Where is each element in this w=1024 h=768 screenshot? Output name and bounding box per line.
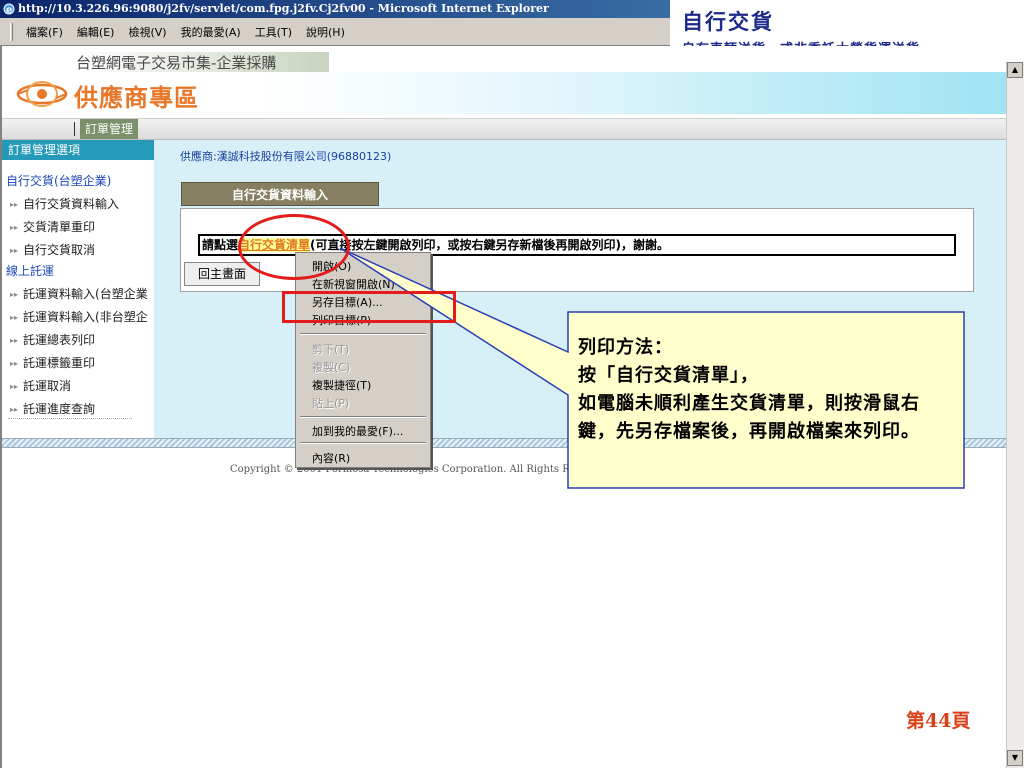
- ctx-separator: [300, 333, 426, 335]
- window-title: http://10.3.226.96:9080/j2fv/servlet/com…: [18, 2, 549, 15]
- chevron-right-icon: ▸▸: [10, 246, 19, 255]
- ctx-cut: 剪下(T): [312, 343, 350, 356]
- sidebar-item-shipping-status[interactable]: ▸▸ 託運進度查詢: [10, 400, 154, 417]
- sidebar-item-label: 託運進度查詢: [23, 402, 96, 416]
- slide-page-number: 第44頁: [906, 710, 971, 732]
- tab-order-management[interactable]: 訂單管理: [80, 119, 139, 139]
- chevron-right-icon: ▸▸: [10, 405, 19, 414]
- menu-help[interactable]: 說明(H): [306, 24, 345, 40]
- scroll-down-icon[interactable]: ▼: [1007, 750, 1023, 766]
- menu-edit[interactable]: 編輯(E): [77, 24, 115, 40]
- context-menu: 開啟(O) 在新視窗開啟(N) 另存目標(A)... 列印目標(P) 剪下(T)…: [295, 252, 431, 468]
- highlight-ellipse: [238, 214, 350, 280]
- menu-view[interactable]: 檢視(V): [128, 24, 166, 40]
- sidebar-item-label: 託運取消: [23, 379, 72, 393]
- menu-tools[interactable]: 工具(T): [255, 24, 292, 40]
- ie-icon: e: [3, 3, 15, 15]
- ctx-separator: [300, 416, 426, 418]
- sidebar-header: 訂單管理選項: [2, 140, 154, 160]
- instruction-prefix: 請點選: [202, 238, 239, 252]
- sidebar-category-online-shipping[interactable]: 線上託運: [6, 262, 54, 279]
- ctx-copy: 複製(C): [312, 361, 351, 374]
- section-title-self-delivery-input: 自行交貨資料輸入: [181, 182, 379, 206]
- callout-line-3: 如電腦未順利產生交貨清單，則按滑鼠右鍵，先另存檔案後，再開啟檔案來列印。: [578, 393, 920, 442]
- sidebar-item-shipping-input-non-fpg[interactable]: ▸▸ 託運資料輸入(非台塑企: [10, 308, 154, 325]
- slide-title: 自行交貨: [682, 9, 774, 34]
- sidebar: 訂單管理選項 自行交貨(台塑企業) ▸▸ 自行交貨資料輸入 ▸▸ 交貨清單重印 ▸▸…: [2, 140, 154, 440]
- logo-icon: [16, 81, 68, 107]
- sidebar-item-reprint-list[interactable]: ▸▸ 交貨清單重印: [10, 218, 154, 235]
- callout-line-2: 按「自行交貨清單」，: [578, 365, 759, 386]
- window-title-bar: e http://10.3.226.96:9080/j2fv/servlet/c…: [0, 0, 680, 18]
- sidebar-item-label: 託運資料輸入(非台塑企: [23, 310, 148, 324]
- chevron-right-icon: ▸▸: [10, 313, 19, 322]
- svg-text:e: e: [6, 5, 12, 15]
- menu-bar: 檔案(F) 編輯(E) 檢視(V) 我的最愛(A) 工具(T) 說明(H): [0, 18, 680, 46]
- sidebar-item-print-summary[interactable]: ▸▸ 託運總表列印: [10, 331, 154, 348]
- sidebar-item-shipping-input-fpg[interactable]: ▸▸ 託運資料輸入(台塑企業: [10, 285, 154, 302]
- scroll-up-icon[interactable]: ▲: [1007, 62, 1023, 78]
- sidebar-item-label: 自行交貨取消: [23, 243, 96, 257]
- sidebar-item-self-delivery-input[interactable]: ▸▸ 自行交貨資料輸入: [10, 195, 154, 212]
- sidebar-item-label: 自行交貨資料輸入: [23, 197, 120, 211]
- callout-line-1: 列印方法：: [578, 337, 673, 358]
- zone-title: 供應商專區: [74, 84, 199, 112]
- nav-separator: [74, 122, 75, 136]
- chevron-right-icon: ▸▸: [10, 382, 19, 391]
- ctx-add-to-favorites[interactable]: 加到我的最愛(F)...: [312, 423, 403, 439]
- chevron-right-icon: ▸▸: [10, 359, 19, 368]
- sidebar-item-reprint-labels[interactable]: ▸▸ 託運標籤重印: [10, 354, 154, 371]
- sidebar-category-self-delivery[interactable]: 自行交貨(台塑企業): [6, 172, 111, 189]
- ctx-paste: 貼上(P): [312, 397, 350, 410]
- ctx-copy-shortcut[interactable]: 複製捷徑(T): [312, 377, 371, 393]
- sidebar-item-cancel-shipping[interactable]: ▸▸ 託運取消: [10, 377, 154, 394]
- chevron-right-icon: ▸▸: [10, 223, 19, 232]
- ctx-properties[interactable]: 內容(R): [312, 450, 350, 466]
- nav-strip: [2, 118, 1006, 140]
- ctx-separator: [300, 442, 426, 444]
- instruction-suffix: (可直接按左鍵開啟列印，或按右鍵另存新檔後再開啟列印)，謝謝。: [310, 238, 670, 252]
- supplier-label: 供應商:漢誠科技股份有限公司(96880123): [180, 150, 392, 163]
- callout-text: 列印方法： 按「自行交貨清單」， 如電腦未順利產生交貨清單，則按滑鼠右鍵，先另存…: [578, 334, 954, 446]
- highlight-rectangle: [282, 291, 456, 323]
- menu-favorites[interactable]: 我的最愛(A): [181, 24, 241, 40]
- sidebar-item-label: 交貨清單重印: [23, 220, 96, 234]
- chevron-right-icon: ▸▸: [10, 290, 19, 299]
- ctx-open-new-window[interactable]: 在新視窗開啟(N): [312, 276, 395, 292]
- market-title: 台塑網電子交易市集-企業採購: [76, 54, 277, 72]
- sidebar-item-label: 託運總表列印: [23, 333, 96, 347]
- menu-file[interactable]: 檔案(F): [26, 24, 63, 40]
- sidebar-item-label: 託運資料輸入(台塑企業: [23, 287, 148, 301]
- sidebar-divider: [8, 418, 132, 419]
- sidebar-item-label: 託運標籤重印: [23, 356, 96, 370]
- menu-grip: [10, 22, 13, 41]
- sidebar-item-cancel-self-delivery[interactable]: ▸▸ 自行交貨取消: [10, 241, 154, 258]
- chevron-right-icon: ▸▸: [10, 200, 19, 209]
- vertical-scrollbar[interactable]: [1006, 62, 1024, 768]
- chevron-right-icon: ▸▸: [10, 336, 19, 345]
